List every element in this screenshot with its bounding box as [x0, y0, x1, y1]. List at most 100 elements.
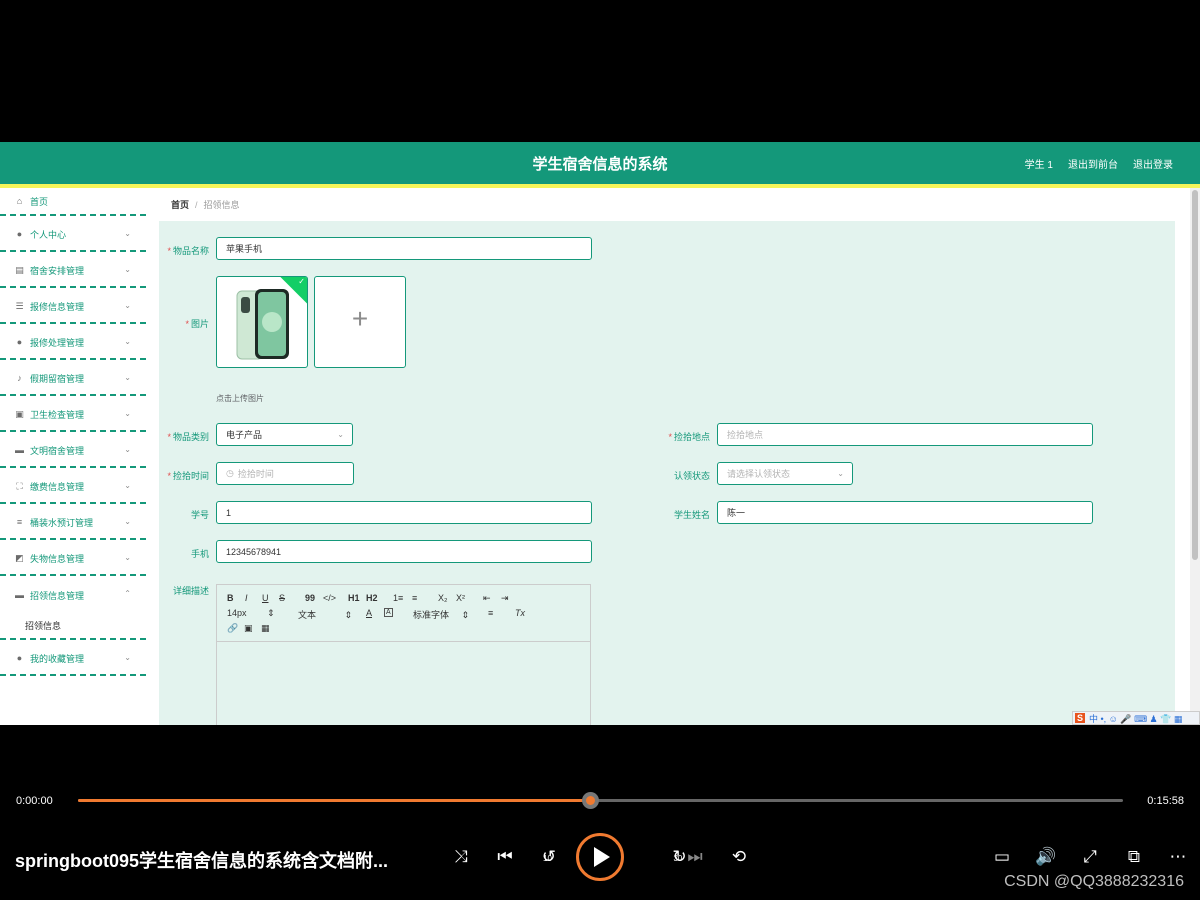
sidebar-item-repair-handle[interactable]: ● 报修处理管理 ⌄ — [0, 326, 146, 360]
category-select[interactable]: 电子产品 ⌄ — [216, 423, 353, 446]
breadcrumb: 首页 / 招领信息 — [159, 188, 1175, 221]
chevron-down-icon: ⌄ — [124, 445, 131, 454]
sidebar-item-hygiene[interactable]: ▣ 卫生检查管理 ⌄ — [0, 398, 146, 432]
item-name-input[interactable]: 苹果手机 — [216, 237, 592, 260]
sidebar-item-profile[interactable]: ● 个人中心 ⌄ — [0, 218, 146, 252]
phone-input[interactable]: 12345678941 — [216, 540, 592, 563]
underline-button[interactable]: U — [262, 593, 269, 603]
indent-button[interactable]: ⇥ — [501, 593, 509, 604]
chevron-down-icon: ⌄ — [124, 265, 131, 274]
top-links: 学生 1 退出到前台 退出登录 — [1025, 156, 1173, 171]
volume-icon[interactable]: 🔊 — [1034, 847, 1058, 867]
student-name-input[interactable]: 陈一 — [717, 501, 1093, 524]
code-button[interactable]: </> — [323, 593, 336, 603]
header-type-select[interactable]: 文本 ⇕ — [298, 608, 352, 621]
subtitles-icon[interactable]: ▭ — [990, 847, 1014, 867]
sidebar-item-home[interactable]: ⌂ 首页 — [0, 188, 146, 216]
outdent-button[interactable]: ⇤ — [483, 593, 491, 604]
ordered-list-button[interactable]: 1≡ — [393, 593, 403, 603]
sidebar-item-payment[interactable]: ⛶ 缴费信息管理 ⌄ — [0, 470, 146, 504]
more-options-icon[interactable]: ⋯ — [1166, 847, 1190, 867]
top-bar: 学生宿舍信息的系统 学生 1 退出到前台 退出登录 — [0, 142, 1200, 184]
breadcrumb-home[interactable]: 首页 — [171, 198, 189, 211]
ime-toolbar[interactable]: S 中 •, ☺ 🎤 ⌨ ♟ 👕 ▦ — [1072, 711, 1200, 725]
fullscreen-icon[interactable]: ⤢ — [1078, 847, 1102, 867]
uploaded-image[interactable]: ✓ — [216, 276, 308, 368]
description-label: 详细描述 — [172, 586, 209, 596]
clear-format-button[interactable]: Tx — [515, 608, 525, 618]
chevron-down-icon: ⌄ — [124, 553, 131, 562]
sidebar-item-civilized-dorm[interactable]: ▬ 文明宿舍管理 ⌄ — [0, 434, 146, 468]
play-button[interactable] — [576, 833, 624, 881]
main-content: 首页 / 招领信息 * 物品名称 苹果手机 * 图片 ✓ + 点击上传图片 * … — [159, 188, 1175, 725]
unordered-list-button[interactable]: ≡ — [412, 593, 417, 603]
sidebar-item-favorites[interactable]: ● 我的收藏管理 ⌄ — [0, 642, 146, 676]
to-front-link[interactable]: 退出到前台 — [1068, 156, 1118, 171]
chevron-down-icon: ⌄ — [124, 517, 131, 526]
superscript-button[interactable]: X² — [456, 593, 465, 603]
shuffle-icon[interactable]: ⤨ — [449, 847, 473, 867]
scrollbar-thumb[interactable] — [1192, 190, 1198, 560]
sidebar-item-found[interactable]: ▬ 招领信息管理 ⌃ — [0, 578, 146, 612]
sidebar-item-repair-info[interactable]: ☰ 报修信息管理 ⌄ — [0, 290, 146, 324]
student-id-label: 学号 — [190, 510, 209, 520]
editor-body[interactable] — [217, 642, 590, 725]
sidebar-subitem-found-info[interactable]: 招领信息 — [0, 612, 146, 640]
sidebar-item-label: 假期留宿管理 — [30, 373, 85, 384]
progress-track[interactable] — [78, 792, 1123, 809]
chart-icon: ◩ — [15, 552, 24, 563]
video-icon[interactable]: ▦ — [261, 623, 270, 634]
font-size-select[interactable]: 14px ⇕ — [227, 608, 275, 619]
progress-knob[interactable] — [582, 792, 600, 809]
place-input[interactable]: 捡拾地点 — [717, 423, 1093, 446]
status-select[interactable]: 请选择认领状态 ⌄ — [717, 462, 853, 485]
sidebar-item-label: 招领信息管理 — [30, 590, 85, 601]
italic-button[interactable]: I — [245, 593, 248, 603]
home-icon: ⌂ — [16, 195, 23, 206]
h2-button[interactable]: H2 — [366, 593, 378, 603]
status-label: 认领状态 — [673, 471, 710, 481]
link-icon[interactable]: 🔗 — [227, 623, 238, 634]
background-color-button[interactable]: A — [384, 608, 393, 617]
rich-text-editor: B I U S 99 </> H1 H2 1≡ ≡ X₂ X² ⇤ ⇥ 14px… — [216, 584, 591, 725]
time-picker[interactable]: ◷ 捡拾时间 — [216, 462, 354, 485]
strike-button[interactable]: S — [279, 593, 285, 603]
student-id-input[interactable]: 1 — [216, 501, 592, 524]
place-label: * 捡拾地点 — [668, 432, 710, 442]
next-icon[interactable]: ⏭ — [683, 847, 707, 867]
chevron-down-icon: ⌄ — [337, 430, 344, 439]
align-button[interactable]: ≡ — [488, 608, 493, 618]
clock-icon: ◷ — [226, 468, 234, 478]
vertical-scrollbar[interactable] — [1190, 188, 1200, 725]
sidebar-item-dorm-arrange[interactable]: ▤ 宿舍安排管理 ⌄ — [0, 254, 146, 288]
sidebar-item-water[interactable]: ≡ 桶装水预订管理 ⌄ — [0, 506, 146, 540]
bold-button[interactable]: B — [227, 593, 234, 603]
repeat-off-icon[interactable]: ⟲ — [727, 847, 751, 867]
sidebar-item-label: 卫生检查管理 — [30, 409, 85, 420]
subscript-button[interactable]: X₂ — [438, 593, 448, 603]
sidebar-item-label: 宿舍安排管理 — [30, 265, 85, 276]
sidebar-item-lost[interactable]: ◩ 失物信息管理 ⌄ — [0, 542, 146, 576]
sidebar: ⌂ 首页 ● 个人中心 ⌄ ▤ 宿舍安排管理 ⌄ ☰ 报修信息管理 ⌄ ● 报修… — [0, 188, 146, 725]
font-color-button[interactable]: A — [366, 608, 372, 618]
logout-link[interactable]: 退出登录 — [1133, 156, 1173, 171]
upload-add-button[interactable]: + — [314, 276, 406, 368]
mini-player-icon[interactable]: ⧉ — [1122, 847, 1146, 867]
rewind-10-icon[interactable]: ↺ 10 — [537, 847, 561, 867]
user-name[interactable]: 学生 1 — [1025, 156, 1053, 171]
chevron-down-icon: ⌄ — [124, 481, 131, 490]
quote-button[interactable]: 99 — [305, 593, 315, 603]
video-player-controls: 0:00:00 0:15:58 springboot095学生宿舍信息的系统含文… — [0, 783, 1200, 900]
sidebar-item-label: 首页 — [30, 196, 49, 207]
font-family-select[interactable]: 标准字体 ⇕ — [413, 608, 469, 621]
image-icon[interactable]: ▣ — [244, 623, 253, 634]
play-icon — [594, 847, 610, 867]
sidebar-item-holiday-stay[interactable]: ♪ 假期留宿管理 ⌄ — [0, 362, 146, 396]
mic-icon: ♪ — [17, 372, 22, 383]
category-label: * 物品类别 — [167, 432, 209, 442]
fullscreen-icon: ⛶ — [16, 480, 23, 491]
h1-button[interactable]: H1 — [348, 593, 360, 603]
video-title: springboot095学生宿舍信息的系统含文档附... — [15, 851, 389, 871]
app-window: 学生宿舍信息的系统 学生 1 退出到前台 退出登录 ⌂ 首页 ● 个人中心 ⌄ … — [0, 142, 1200, 725]
previous-icon[interactable]: ⏮ — [493, 847, 517, 867]
